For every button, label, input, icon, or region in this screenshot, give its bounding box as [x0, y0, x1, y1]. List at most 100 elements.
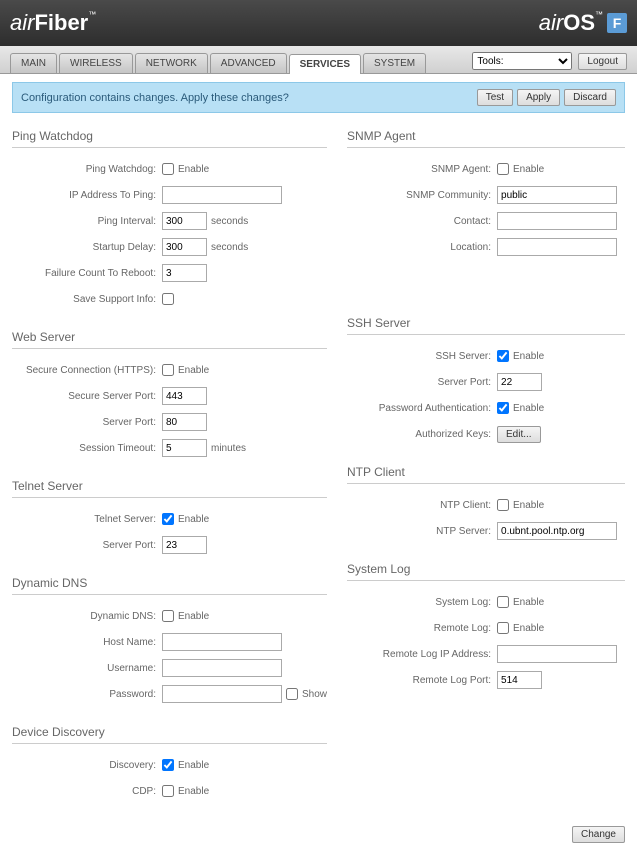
enable-label: Enable — [513, 597, 544, 608]
ddns-host-input[interactable] — [162, 633, 282, 651]
ddns-pass-input[interactable] — [162, 685, 282, 703]
snmp-agent-label: SNMP Agent: — [347, 164, 497, 175]
enable-label: Enable — [178, 365, 209, 376]
content: Configuration contains changes. Apply th… — [0, 74, 637, 855]
section-system-log: System Log — [347, 562, 625, 581]
show-label: Show — [302, 689, 327, 700]
remotelog-port-label: Remote Log Port: — [347, 675, 497, 686]
ping-watchdog-checkbox[interactable] — [162, 163, 174, 175]
tab-network[interactable]: NETWORK — [135, 53, 208, 73]
telnet-checkbox[interactable] — [162, 513, 174, 525]
edit-keys-button[interactable]: Edit... — [497, 426, 541, 443]
https-label: Secure Connection (HTTPS): — [12, 365, 162, 376]
ping-watchdog-label: Ping Watchdog: — [12, 164, 162, 175]
ddns-label: Dynamic DNS: — [12, 611, 162, 622]
timeout-unit: minutes — [211, 443, 246, 454]
ddns-user-label: Username: — [12, 663, 162, 674]
ddns-user-input[interactable] — [162, 659, 282, 677]
ssh-keys-label: Authorized Keys: — [347, 429, 497, 440]
section-ntp-client: NTP Client — [347, 465, 625, 484]
snmp-contact-input[interactable] — [497, 212, 617, 230]
tab-services[interactable]: SERVICES — [289, 54, 361, 74]
change-button[interactable]: Change — [572, 826, 625, 843]
show-password-checkbox[interactable] — [286, 688, 298, 700]
startup-delay-label: Startup Delay: — [12, 242, 162, 253]
remotelog-ip-label: Remote Log IP Address: — [347, 649, 497, 660]
header: airFiber™ airOS™ F — [0, 0, 637, 46]
discard-button[interactable]: Discard — [564, 89, 616, 106]
ssh-server-checkbox[interactable] — [497, 350, 509, 362]
ssh-pwauth-checkbox[interactable] — [497, 402, 509, 414]
web-port-label: Server Port: — [12, 417, 162, 428]
ssh-server-label: SSH Server: — [347, 351, 497, 362]
interval-unit: seconds — [211, 216, 248, 227]
section-web-server: Web Server — [12, 330, 327, 349]
tab-advanced[interactable]: ADVANCED — [210, 53, 287, 73]
syslog-label: System Log: — [347, 597, 497, 608]
config-alert: Configuration contains changes. Apply th… — [12, 82, 625, 113]
apply-button[interactable]: Apply — [517, 89, 560, 106]
tab-system[interactable]: SYSTEM — [363, 53, 426, 73]
discovery-checkbox[interactable] — [162, 759, 174, 771]
https-checkbox[interactable] — [162, 364, 174, 376]
right-column: SNMP Agent SNMP Agent: Enable SNMP Commu… — [347, 123, 625, 806]
alert-message: Configuration contains changes. Apply th… — [21, 92, 289, 104]
ssh-port-input[interactable] — [497, 373, 542, 391]
syslog-checkbox[interactable] — [497, 596, 509, 608]
secure-port-input[interactable] — [162, 387, 207, 405]
ping-ip-label: IP Address To Ping: — [12, 190, 162, 201]
ntp-server-input[interactable] — [497, 522, 617, 540]
ntp-server-label: NTP Server: — [347, 526, 497, 537]
savesupport-label: Save Support Info: — [12, 294, 162, 305]
enable-label: Enable — [178, 514, 209, 525]
enable-label: Enable — [513, 164, 544, 175]
snmp-location-label: Location: — [347, 242, 497, 253]
tabs: MAIN WIRELESS NETWORK ADVANCED SERVICES … — [10, 53, 426, 73]
enable-label: Enable — [178, 611, 209, 622]
secure-port-label: Secure Server Port: — [12, 391, 162, 402]
ping-ip-input[interactable] — [162, 186, 282, 204]
telnet-port-label: Server Port: — [12, 540, 162, 551]
telnet-label: Telnet Server: — [12, 514, 162, 525]
enable-label: Enable — [513, 403, 544, 414]
section-ssh-server: SSH Server — [347, 316, 625, 335]
enable-label: Enable — [513, 351, 544, 362]
remotelog-port-input[interactable] — [497, 671, 542, 689]
logout-button[interactable]: Logout — [578, 53, 627, 70]
tools-select[interactable]: Tools: — [472, 52, 572, 70]
enable-label: Enable — [178, 760, 209, 771]
ping-interval-label: Ping Interval: — [12, 216, 162, 227]
cdp-checkbox[interactable] — [162, 785, 174, 797]
tabbar: MAIN WIRELESS NETWORK ADVANCED SERVICES … — [0, 46, 637, 74]
startup-delay-input[interactable] — [162, 238, 207, 256]
ddns-host-label: Host Name: — [12, 637, 162, 648]
ntp-client-checkbox[interactable] — [497, 499, 509, 511]
brand-logo-right: airOS™ F — [539, 10, 627, 36]
telnet-port-input[interactable] — [162, 536, 207, 554]
ddns-pass-label: Password: — [12, 689, 162, 700]
enable-label: Enable — [513, 500, 544, 511]
ntp-client-label: NTP Client: — [347, 500, 497, 511]
remotelog-ip-input[interactable] — [497, 645, 617, 663]
session-timeout-input[interactable] — [162, 439, 207, 457]
tab-main[interactable]: MAIN — [10, 53, 57, 73]
failcount-input[interactable] — [162, 264, 207, 282]
delay-unit: seconds — [211, 242, 248, 253]
snmp-agent-checkbox[interactable] — [497, 163, 509, 175]
savesupport-checkbox[interactable] — [162, 293, 174, 305]
section-ping-watchdog: Ping Watchdog — [12, 129, 327, 148]
snmp-community-input[interactable] — [497, 186, 617, 204]
test-button[interactable]: Test — [477, 89, 513, 106]
ping-interval-input[interactable] — [162, 212, 207, 230]
enable-label: Enable — [178, 164, 209, 175]
tab-wireless[interactable]: WIRELESS — [59, 53, 133, 73]
brand-logo-left: airFiber™ — [10, 10, 96, 36]
snmp-contact-label: Contact: — [347, 216, 497, 227]
snmp-location-input[interactable] — [497, 238, 617, 256]
ddns-checkbox[interactable] — [162, 610, 174, 622]
remotelog-label: Remote Log: — [347, 623, 497, 634]
web-port-input[interactable] — [162, 413, 207, 431]
section-device-discovery: Device Discovery — [12, 725, 327, 744]
remotelog-checkbox[interactable] — [497, 622, 509, 634]
tabbar-right: Tools: Logout — [472, 52, 627, 73]
